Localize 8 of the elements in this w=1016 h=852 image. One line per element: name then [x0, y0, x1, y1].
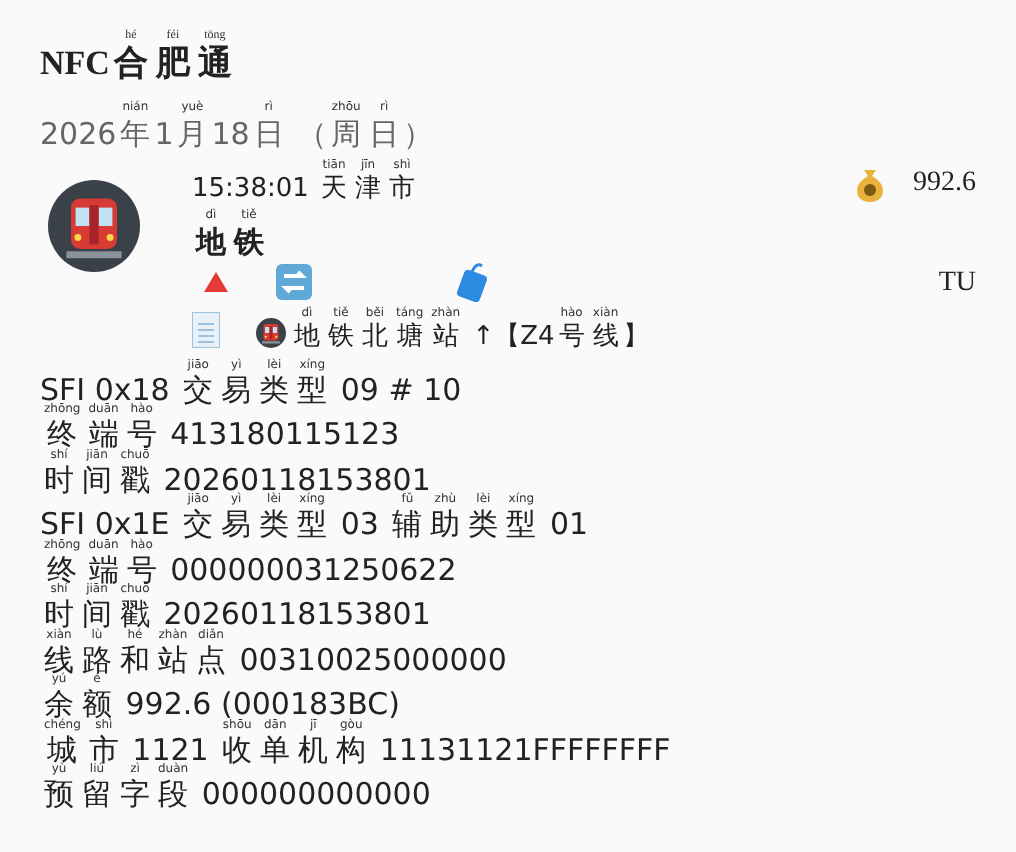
swap-arrows-icon — [276, 264, 312, 300]
tag-label: TU — [938, 265, 976, 301]
balance-amount: 992.6 — [913, 166, 976, 202]
notepad-icon — [192, 312, 220, 348]
triangle-icon — [204, 272, 228, 292]
train-icon — [256, 318, 286, 348]
train-avatar-icon — [48, 180, 140, 272]
suitcase-icon — [456, 262, 488, 302]
